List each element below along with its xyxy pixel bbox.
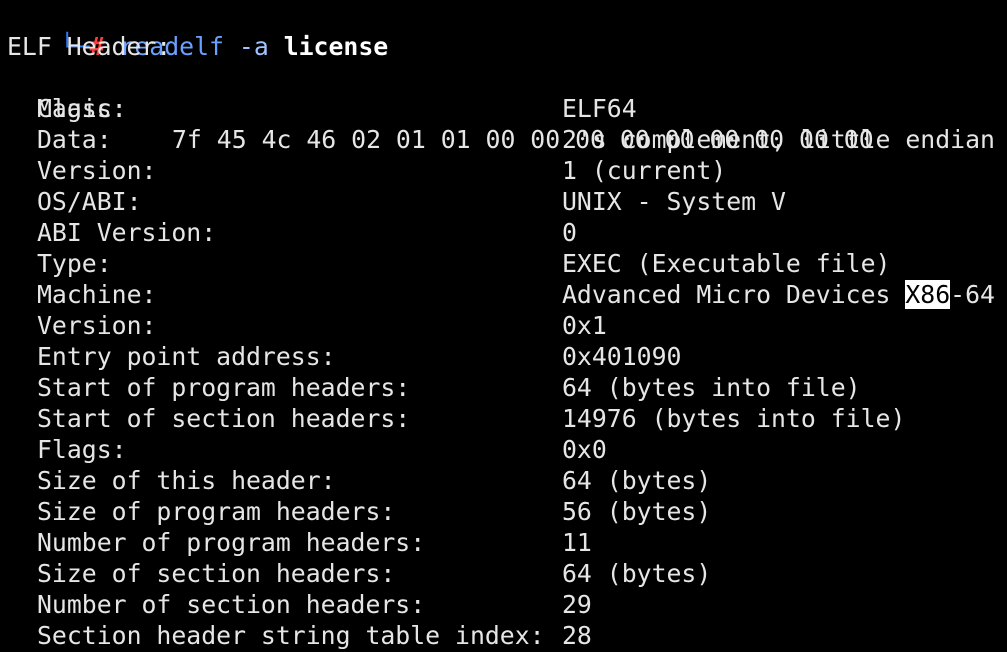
- magic-row: Magic: 7f 45 4c 46 02 01 01 00 00 00 00 …: [0, 62, 1007, 154]
- row-label: Data:: [37, 125, 112, 154]
- row-label: Version:: [37, 156, 157, 185]
- command-option: -a: [238, 32, 269, 61]
- row-value: 56 (bytes): [562, 497, 712, 526]
- row-label: Size of program headers:: [37, 497, 396, 526]
- header-field-row: Entry point address: 0x401090: [0, 341, 1007, 372]
- row-value-suffix: -64: [950, 280, 995, 309]
- elf-header-title: ELF Header:: [7, 32, 172, 61]
- row-value: 1 (current): [562, 156, 727, 185]
- row-value: 0x0: [562, 435, 607, 464]
- row-label: Start of program headers:: [37, 373, 411, 402]
- prompt-line: └─# readelf -a license: [0, 0, 389, 61]
- row-value: 0x401090: [562, 342, 682, 371]
- row-value: EXEC (Executable file): [562, 249, 891, 278]
- header-field-row: Flags: 0x0: [0, 434, 1007, 465]
- row-value: 0: [562, 218, 577, 247]
- row-label: Number of program headers:: [37, 528, 426, 557]
- row-value: ELF64: [562, 94, 637, 123]
- header-field-row: Number of program headers: 11: [0, 527, 1007, 558]
- row-value-prefix: Advanced Micro Devices: [562, 280, 906, 309]
- row-label: OS/ABI:: [37, 187, 142, 216]
- header-field-row: Type: EXEC (Executable file): [0, 248, 1007, 279]
- header-field-row: Section header string table index: 28: [0, 620, 1007, 651]
- row-value: 64 (bytes): [562, 466, 712, 495]
- header-field-row: ABI Version: 0: [0, 217, 1007, 248]
- row-label: Type:: [37, 249, 112, 278]
- row-label: Version:: [37, 311, 157, 340]
- header-field-row: Start of program headers: 64 (bytes into …: [0, 372, 1007, 403]
- row-label: Section header string table index:: [37, 621, 545, 650]
- row-label: ABI Version:: [37, 218, 217, 247]
- header-field-row: OS/ABI: UNIX - System V: [0, 186, 1007, 217]
- row-value: 28: [562, 621, 592, 650]
- row-label: Class:: [37, 94, 127, 123]
- header-field-row: Size of program headers: 56 (bytes): [0, 496, 1007, 527]
- row-label: Size of this header:: [37, 466, 336, 495]
- row-value: 29: [562, 590, 592, 619]
- row-value: 2's complement, little endian: [562, 125, 995, 154]
- header-field-row: Class: ELF64: [0, 93, 1007, 124]
- header-field-row: Version: 1 (current): [0, 155, 1007, 186]
- row-value: UNIX - System V: [562, 187, 786, 216]
- row-value: Advanced Micro Devices X86-64: [562, 279, 995, 310]
- row-label: Start of section headers:: [37, 404, 411, 433]
- header-field-row: Version: 0x1: [0, 310, 1007, 341]
- header-field-row: Machine: Advanced Micro Devices X86-64: [0, 279, 1007, 310]
- header-field-row: Data: 2's complement, little endian: [0, 124, 1007, 155]
- row-label: Entry point address:: [37, 342, 336, 371]
- row-label: Flags:: [37, 435, 127, 464]
- highlighted-search-match: X86: [905, 280, 951, 309]
- row-label: Size of section headers:: [37, 559, 396, 588]
- row-value: 0x1: [562, 311, 607, 340]
- command-file-arg: license: [283, 32, 389, 61]
- row-value: 64 (bytes): [562, 559, 712, 588]
- row-value: 11: [562, 528, 592, 557]
- header-field-row: Number of section headers: 29: [0, 589, 1007, 620]
- header-field-row: Size of this header: 64 (bytes): [0, 465, 1007, 496]
- row-label: Number of section headers:: [37, 590, 426, 619]
- header-field-row: Size of section headers: 64 (bytes): [0, 558, 1007, 589]
- row-value: 64 (bytes into file): [562, 373, 861, 402]
- row-label: Machine:: [37, 280, 157, 309]
- header-field-row: Start of section headers: 14976 (bytes in…: [0, 403, 1007, 434]
- row-value: 14976 (bytes into file): [562, 404, 906, 433]
